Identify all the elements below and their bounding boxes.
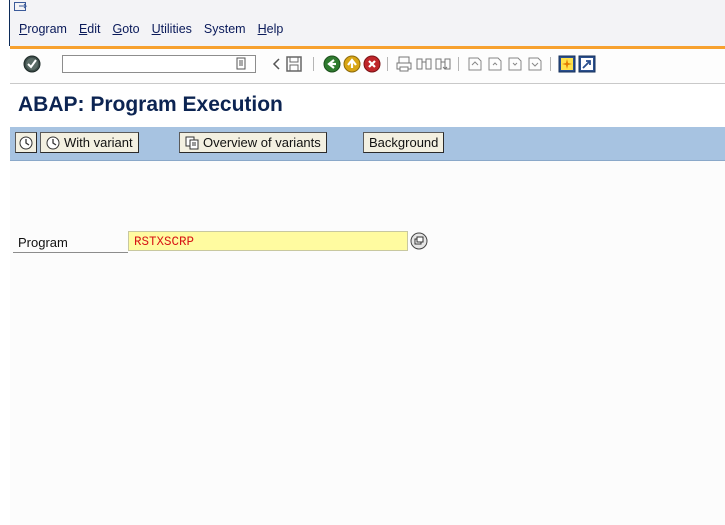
page-title: ABAP: Program Execution xyxy=(18,93,283,116)
application-toolbar: With variant Overview of variants Backgr… xyxy=(10,127,725,161)
menu-edit[interactable]: Edit xyxy=(74,22,106,36)
menu-help[interactable]: Help xyxy=(253,22,289,36)
menu-goto[interactable]: Goto xyxy=(107,22,144,36)
toolbar-separator xyxy=(550,57,551,71)
program-field[interactable] xyxy=(128,231,408,251)
exit-icon[interactable] xyxy=(343,55,361,73)
cancel-icon[interactable] xyxy=(363,55,381,73)
save-icon[interactable] xyxy=(285,55,303,73)
find-next-icon[interactable] xyxy=(434,55,452,73)
next-page-icon[interactable] xyxy=(506,55,524,73)
previous-page-icon[interactable] xyxy=(486,55,504,73)
overview-of-variants-label: Overview of variants xyxy=(203,135,321,150)
toolbar-separator xyxy=(458,57,459,71)
overview-of-variants-button[interactable]: Overview of variants xyxy=(179,132,327,153)
execute-clock-icon xyxy=(46,136,60,149)
execute-clock-icon xyxy=(19,136,33,149)
menu-system[interactable]: System xyxy=(199,22,251,36)
execute-button[interactable] xyxy=(15,132,37,153)
standard-toolbar xyxy=(10,46,725,84)
menu-bar: Program Edit Goto Utilities System Help xyxy=(10,0,725,47)
program-label-underline xyxy=(13,252,128,253)
command-history-icon[interactable] xyxy=(236,57,248,71)
program-input[interactable] xyxy=(132,233,406,251)
menu-items: Program Edit Goto Utilities System Help xyxy=(14,22,290,36)
command-input[interactable] xyxy=(66,57,240,73)
menu-utilities[interactable]: Utilities xyxy=(147,22,197,36)
window-left-edge xyxy=(0,0,11,525)
sap-window: Program Edit Goto Utilities System Help xyxy=(0,0,725,525)
back-arrow-icon[interactable] xyxy=(268,55,286,73)
command-field[interactable] xyxy=(62,55,256,73)
first-page-icon[interactable] xyxy=(466,55,484,73)
toolbar-separator xyxy=(387,57,388,71)
with-variant-button[interactable]: With variant xyxy=(40,132,139,153)
shortcut-icon[interactable] xyxy=(578,55,596,73)
find-icon[interactable] xyxy=(415,55,433,73)
variants-overview-icon xyxy=(185,136,199,149)
selection-screen: Program xyxy=(10,161,725,525)
enter-check-icon[interactable] xyxy=(23,55,41,73)
with-variant-label: With variant xyxy=(64,135,133,150)
system-menu-icon[interactable] xyxy=(14,2,28,14)
back-icon[interactable] xyxy=(323,55,341,73)
background-label: Background xyxy=(369,135,439,150)
program-label: Program xyxy=(18,235,68,250)
create-session-icon[interactable] xyxy=(558,55,576,73)
menu-program[interactable]: Program xyxy=(14,22,72,36)
background-button[interactable]: Background xyxy=(363,132,445,153)
last-page-icon[interactable] xyxy=(526,55,544,73)
toolbar-separator xyxy=(313,57,314,71)
title-bar: ABAP: Program Execution xyxy=(10,84,725,124)
print-icon[interactable] xyxy=(395,55,413,73)
value-help-icon[interactable] xyxy=(410,232,428,250)
